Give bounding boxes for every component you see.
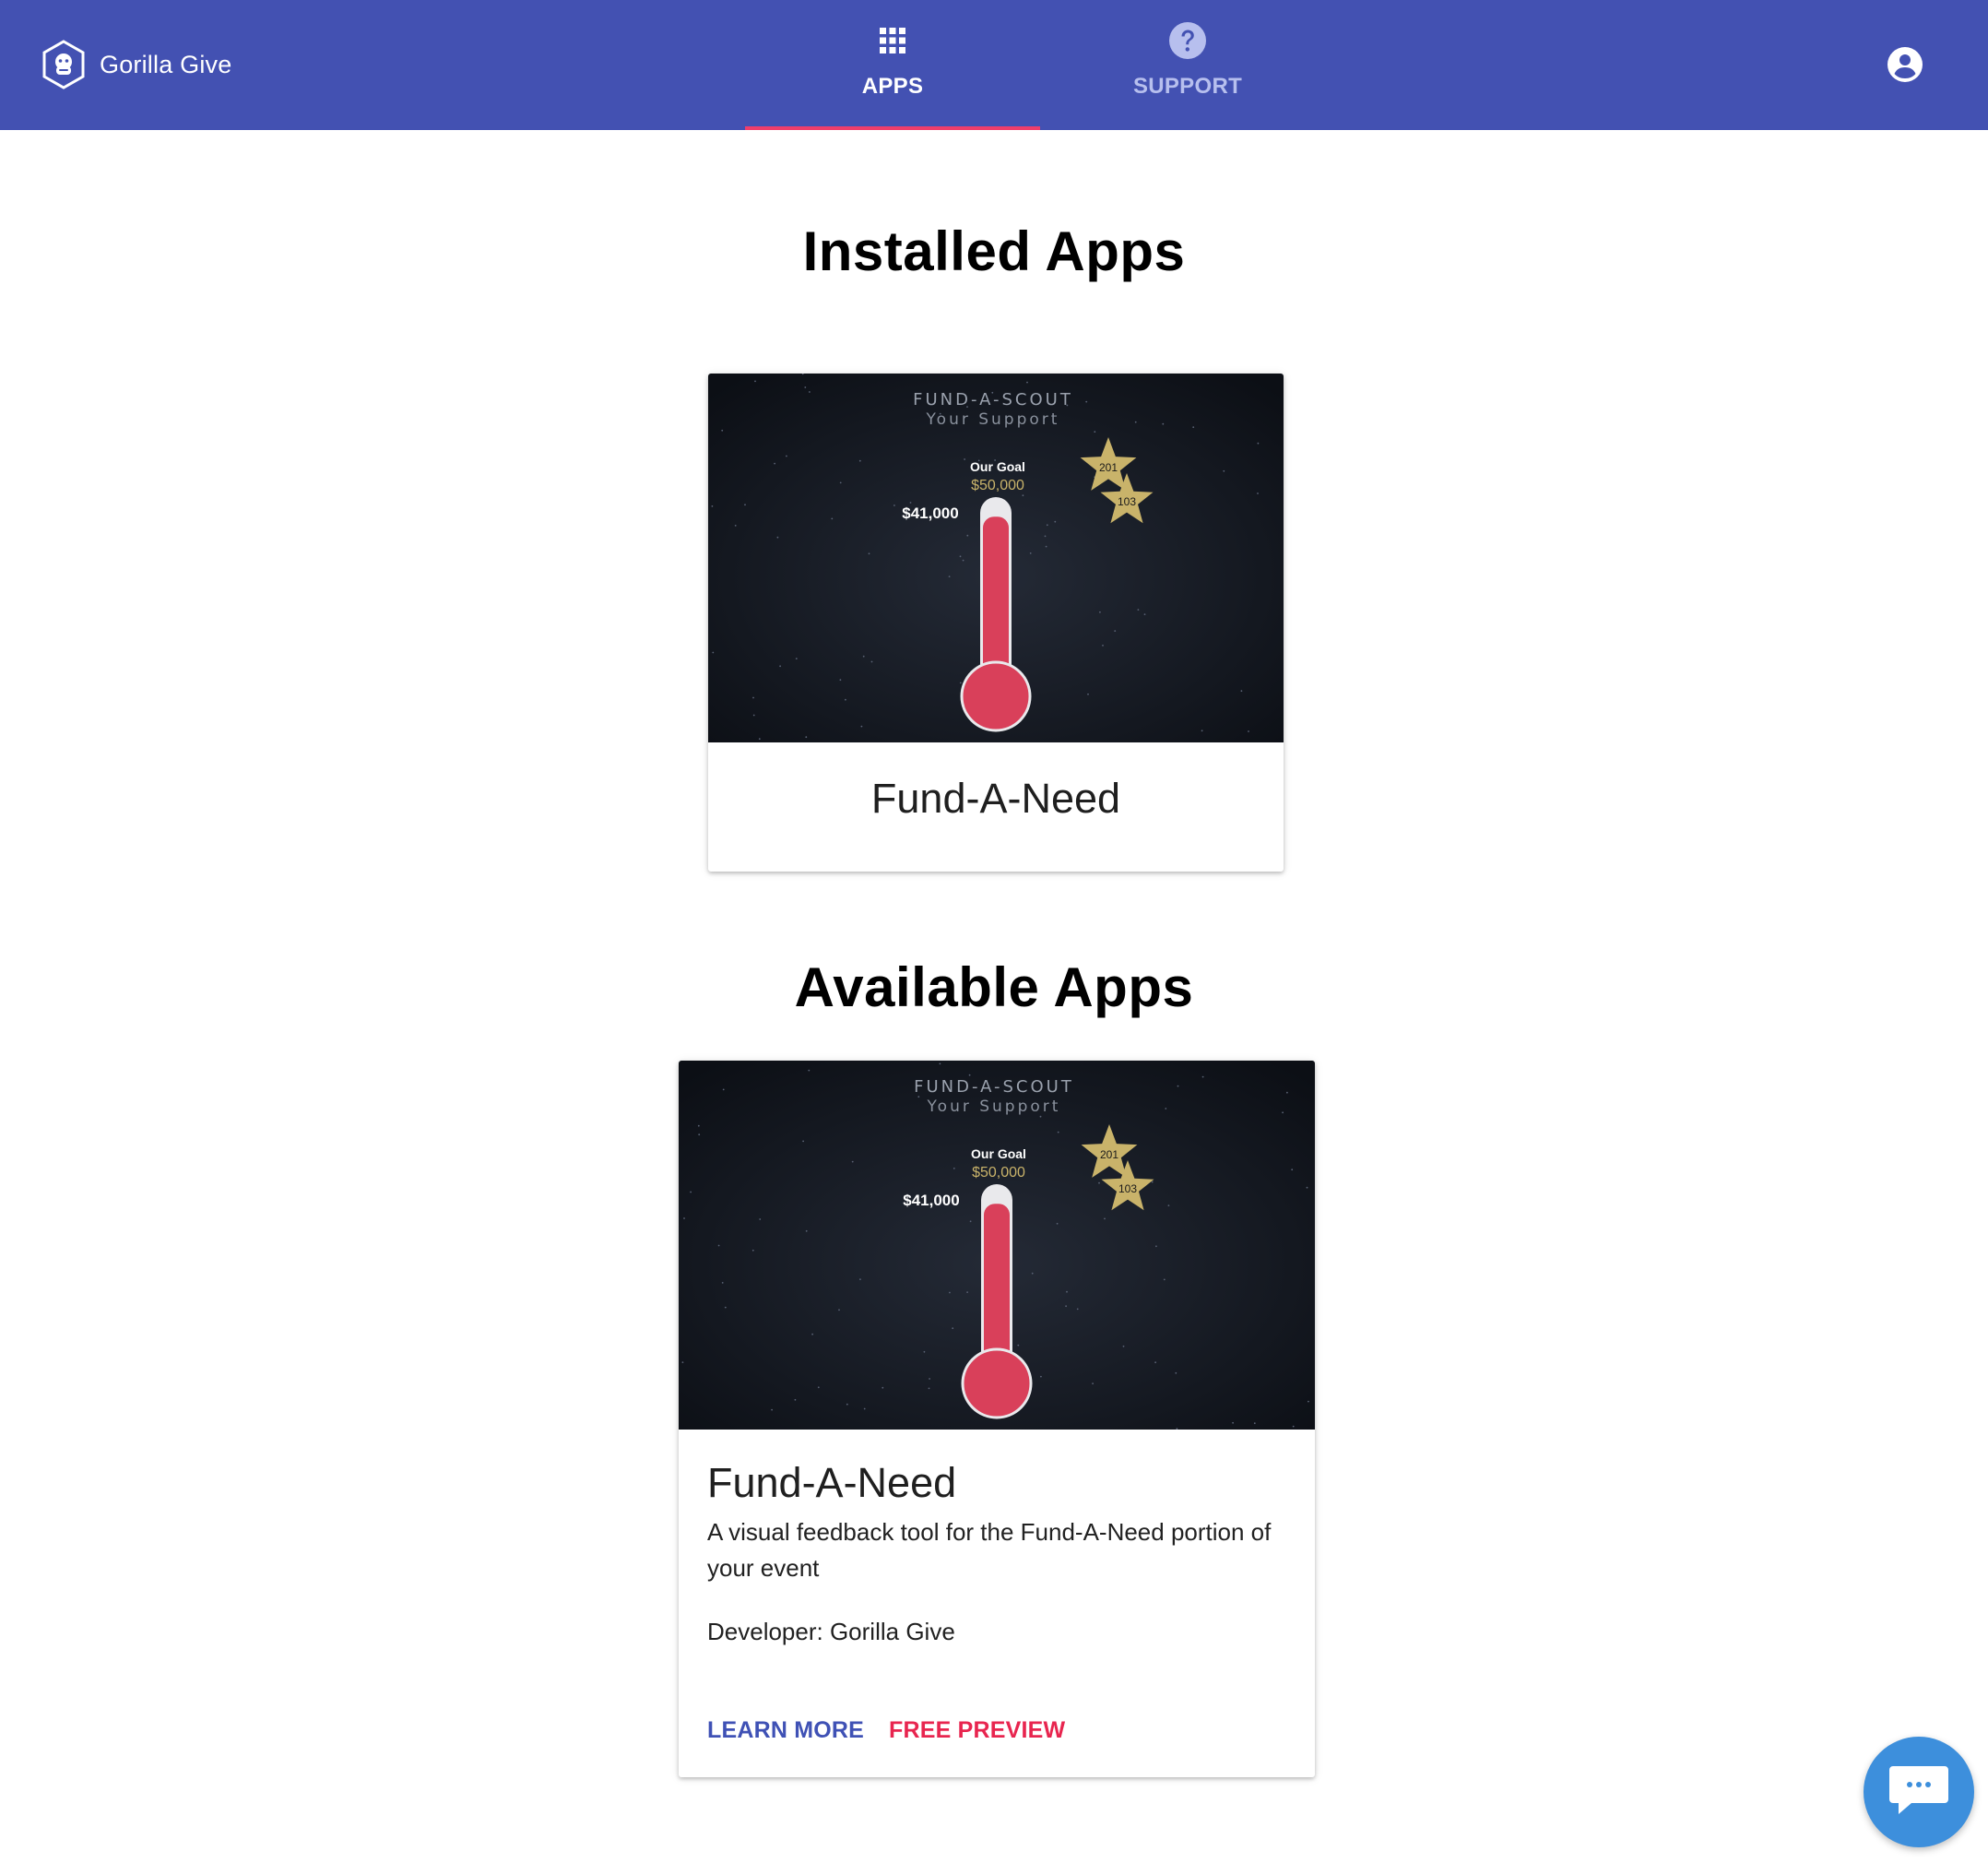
preview-goal-amount: $50,000 <box>971 478 1024 493</box>
donor-star-label: 103 <box>1118 1182 1137 1195</box>
donor-star-label: 201 <box>1100 1148 1118 1161</box>
app-preview-image: FUND-A-SCOUTYour Support Our Goal $50,000 $… <box>679 1061 1315 1430</box>
help-circle-icon <box>1169 22 1206 59</box>
available-app-developer: Developer: Gorilla Give <box>707 1618 955 1645</box>
tab-apps-label: APPS <box>861 74 924 99</box>
installed-app-card[interactable]: FUND-A-SCOUT Your Support Our Goal $50,000 $… <box>708 374 1284 872</box>
available-app-name: Fund-A-Need <box>707 1459 957 1506</box>
available-apps-heading: Available Apps <box>794 956 1194 1018</box>
chat-bubble-icon <box>1889 1766 1948 1814</box>
learn-more-button[interactable]: LEARN MORE <box>707 1717 864 1744</box>
preview-subheading: Your Support <box>926 410 1060 429</box>
free-preview-button[interactable]: FREE PREVIEW <box>889 1717 1065 1744</box>
preview-raised-amount: $41,000 <box>902 504 958 522</box>
tab-support[interactable]: SUPPORT <box>1040 0 1335 130</box>
top-app-bar: Gorilla Give APPS SUPPORT <box>0 0 1988 130</box>
brand[interactable]: Gorilla Give <box>41 39 231 90</box>
installed-apps-heading: Installed Apps <box>802 220 1186 282</box>
tab-support-label: SUPPORT <box>1132 74 1243 99</box>
preview-heading: FUND-A-SCOUT <box>913 390 1073 409</box>
donor-star-label: 103 <box>1118 495 1136 508</box>
preview-goal-label: Our Goal <box>970 459 1025 474</box>
preview-subheading: Your Support <box>927 1098 1061 1116</box>
preview-heading: FUND-A-SCOUT <box>914 1077 1074 1097</box>
page: Gorilla Give APPS SUPPORT Installed Apps… <box>0 0 1988 1863</box>
available-app-card: FUND-A-SCOUT Your Support Our Goal $50,000 $… <box>679 1061 1315 1777</box>
thermometer-bulb <box>961 1347 1033 1419</box>
active-tab-indicator <box>745 126 1040 130</box>
gorilla-logo-icon <box>42 40 85 89</box>
preview-raised-amount: $41,000 <box>903 1192 959 1209</box>
thermometer-bulb <box>960 660 1032 732</box>
installed-app-name: Fund-A-Need <box>870 775 1121 822</box>
app-preview-image: FUND-A-SCOUTYour Support Our Goal $50,000 $… <box>708 374 1284 742</box>
tab-apps[interactable]: APPS <box>745 0 1040 130</box>
chat-button[interactable] <box>1864 1737 1974 1847</box>
available-app-description: A visual feedback tool for the Fund-A-Ne… <box>707 1518 1272 1582</box>
donor-star-label: 201 <box>1099 461 1118 474</box>
apps-grid-icon <box>880 28 905 53</box>
preview-goal-label: Our Goal <box>971 1146 1026 1161</box>
preview-goal-amount: $50,000 <box>972 1165 1025 1181</box>
account-circle-icon[interactable] <box>1887 46 1923 83</box>
brand-name: Gorilla Give <box>100 50 232 78</box>
